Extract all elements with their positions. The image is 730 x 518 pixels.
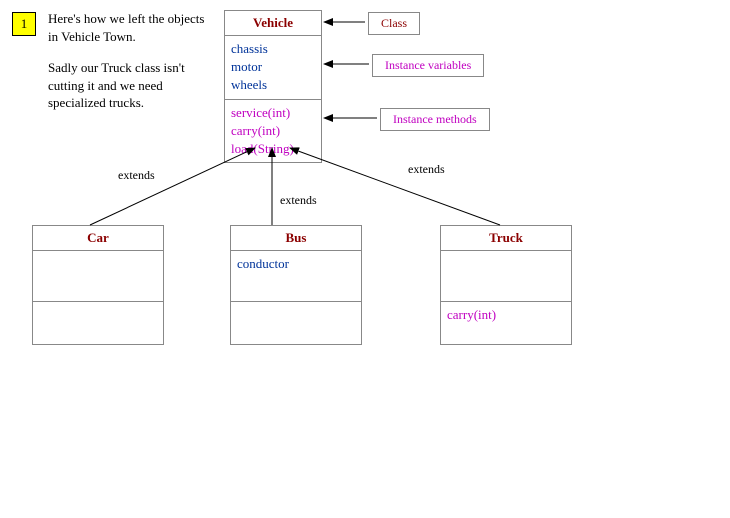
label-instance-methods: Instance methods (380, 108, 490, 131)
uml-class-bus: Bus conductor (230, 225, 362, 345)
uml-attrs-bus: conductor (231, 251, 361, 302)
truck-op-carry: carry(int) (447, 306, 565, 324)
uml-attrs-truck (441, 251, 571, 302)
edge-label-extends-truck: extends (408, 162, 445, 177)
label-class: Class (368, 12, 420, 35)
uml-attrs-vehicle: chassis motor wheels (225, 36, 321, 100)
uml-title-vehicle: Vehicle (225, 11, 321, 36)
uml-ops-vehicle: service(int) carry(int) load(String) (225, 100, 321, 163)
bus-attr-conductor: conductor (237, 255, 355, 273)
intro-paragraph-1: Here's how we left the objects in Vehicl… (48, 10, 208, 45)
uml-attrs-car (33, 251, 163, 302)
vehicle-op-load: load(String) (231, 140, 315, 158)
vehicle-attr-chassis: chassis (231, 40, 315, 58)
uml-title-bus: Bus (231, 226, 361, 251)
uml-title-truck: Truck (441, 226, 571, 251)
edge-label-extends-bus: extends (280, 193, 317, 208)
uml-ops-car (33, 302, 163, 344)
label-instance-variables: Instance variables (372, 54, 484, 77)
step-number: 1 (21, 16, 28, 32)
uml-ops-truck: carry(int) (441, 302, 571, 344)
intro-text: Here's how we left the objects in Vehicl… (48, 10, 208, 126)
uml-class-car: Car (32, 225, 164, 345)
vehicle-attr-wheels: wheels (231, 76, 315, 94)
vehicle-attr-motor: motor (231, 58, 315, 76)
vehicle-op-carry: carry(int) (231, 122, 315, 140)
uml-title-car: Car (33, 226, 163, 251)
intro-paragraph-2: Sadly our Truck class isn't cutting it a… (48, 59, 208, 112)
edge-label-extends-car: extends (118, 168, 155, 183)
uml-ops-bus (231, 302, 361, 344)
uml-class-truck: Truck carry(int) (440, 225, 572, 345)
uml-class-vehicle: Vehicle chassis motor wheels service(int… (224, 10, 322, 163)
vehicle-op-service: service(int) (231, 104, 315, 122)
step-number-box: 1 (12, 12, 36, 36)
